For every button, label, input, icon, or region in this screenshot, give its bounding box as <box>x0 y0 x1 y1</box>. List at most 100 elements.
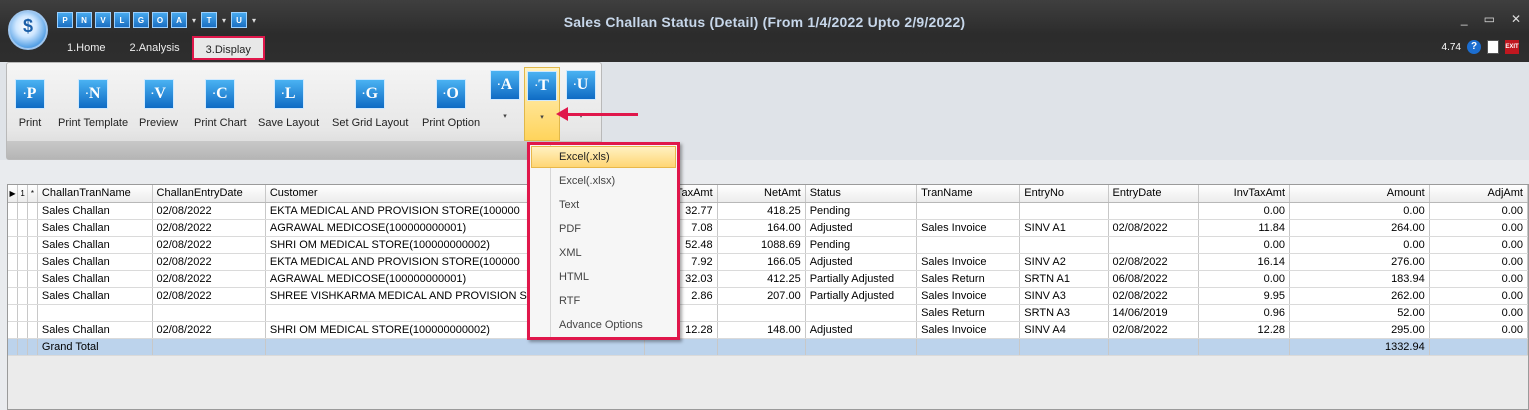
export-menu-item-pdf[interactable]: PDF <box>530 217 677 241</box>
cell-tranname[interactable]: Sales Invoice <box>916 219 1021 237</box>
close-button[interactable]: ✕ <box>1511 12 1521 26</box>
cell-challantranname[interactable]: Sales Challan <box>37 219 153 237</box>
chevron-down-icon[interactable]: ▾ <box>540 113 544 121</box>
table-row[interactable]: Sales Challan 02/08/2022 SHREE VISHKARMA M… <box>8 287 1529 305</box>
tab-analysis[interactable]: 2.Analysis <box>118 36 192 60</box>
cell-invtaxamt[interactable]: 0.00 <box>1198 202 1291 220</box>
restore-button[interactable]: ▭ <box>1484 12 1495 26</box>
cell-status[interactable]: Partially Adjusted <box>805 270 918 288</box>
cell-entrydate[interactable]: 02/08/2022 <box>1108 219 1200 237</box>
cell-entrydate[interactable] <box>1108 236 1200 254</box>
set-grid-layout-button[interactable]: ▪ G Set Grid Layout <box>332 79 408 129</box>
cell-invtaxamt[interactable]: 0.00 <box>1198 270 1291 288</box>
cell-amount[interactable]: 183.94 <box>1289 270 1430 288</box>
cell-adjamt[interactable]: 0.00 <box>1429 202 1529 220</box>
cell-netamt[interactable]: 1088.69 <box>717 236 806 254</box>
cell-amount[interactable]: 0.00 <box>1289 202 1430 220</box>
cell-entrydate[interactable]: 02/08/2022 <box>1108 253 1200 271</box>
cell-status[interactable] <box>805 304 918 322</box>
cell-adjamt[interactable]: 0.00 <box>1429 270 1529 288</box>
cell-challanentrydate[interactable]: 02/08/2022 <box>152 236 266 254</box>
cell-adjamt[interactable]: 0.00 <box>1429 236 1529 254</box>
table-row[interactable]: Sales Challan 02/08/2022 SHRI OM MEDICAL S… <box>8 321 1529 339</box>
cell-amount[interactable]: 295.00 <box>1289 321 1430 339</box>
print-option-button[interactable]: ▪ O Print Option <box>422 79 480 129</box>
grid-indicator-header[interactable]: 1 <box>17 185 29 203</box>
cell-invtaxamt[interactable]: 16.14 <box>1198 253 1291 271</box>
cell-netamt[interactable]: 207.00 <box>717 287 806 305</box>
table-row[interactable]: Sales Return SRTN A3 14/06/2019 0.96 52.00 0.… <box>8 304 1529 322</box>
cell-adjamt[interactable]: 0.00 <box>1429 253 1529 271</box>
cell-status[interactable]: Adjusted <box>805 219 918 237</box>
cell-amount[interactable]: 262.00 <box>1289 287 1430 305</box>
table-row[interactable]: Sales Challan 02/08/2022 AGRAWAL MEDICOSE(… <box>8 270 1529 288</box>
export-menu-item-text[interactable]: Text <box>530 193 677 217</box>
export-menu-item-excel-xls[interactable]: Excel(.xls) <box>531 146 676 168</box>
cell-status[interactable]: Partially Adjusted <box>805 287 918 305</box>
table-row[interactable]: Sales Challan 02/08/2022 EKTA MEDICAL AND … <box>8 202 1529 220</box>
cell-entryno[interactable]: SRTN A3 <box>1019 304 1109 322</box>
export-u-button[interactable]: ▪ U ▾ <box>563 67 599 137</box>
column-header-challantranname[interactable]: ChallanTranName <box>37 185 153 203</box>
cell-status[interactable]: Pending <box>805 202 918 220</box>
column-header-entrydate[interactable]: EntryDate <box>1108 185 1200 203</box>
cell-challantranname[interactable]: Sales Challan <box>37 202 153 220</box>
grid-indicator-header[interactable]: * <box>27 185 38 203</box>
export-menu-item-excel-xlsx[interactable]: Excel(.xlsx) <box>530 169 677 193</box>
table-row[interactable]: Sales Challan 02/08/2022 SHRI OM MEDICAL S… <box>8 236 1529 254</box>
cell-challanentrydate[interactable]: 02/08/2022 <box>152 202 266 220</box>
cell-amount[interactable]: 264.00 <box>1289 219 1430 237</box>
cell-entrydate[interactable]: 02/08/2022 <box>1108 321 1200 339</box>
cell-adjamt[interactable]: 0.00 <box>1429 321 1529 339</box>
print-button[interactable]: ▪ P Print <box>15 79 45 129</box>
cell-netamt[interactable]: 148.00 <box>717 321 806 339</box>
cell-amount[interactable]: 52.00 <box>1289 304 1430 322</box>
cell-challanentrydate[interactable]: 02/08/2022 <box>152 219 266 237</box>
export-t-button[interactable]: ▪ T ▾ <box>524 67 560 141</box>
export-a-button[interactable]: ▪ A ▾ <box>487 67 523 137</box>
print-chart-button[interactable]: ▪ C Print Chart <box>194 79 247 129</box>
column-header-adjamt[interactable]: AdjAmt <box>1429 185 1529 203</box>
cell-tranname[interactable]: Sales Return <box>916 304 1021 322</box>
cell-entryno[interactable]: SINV A2 <box>1019 253 1109 271</box>
cell-netamt[interactable]: 412.25 <box>717 270 806 288</box>
cell-entryno[interactable]: SINV A4 <box>1019 321 1109 339</box>
cell-invtaxamt[interactable]: 11.84 <box>1198 219 1291 237</box>
cell-entryno[interactable] <box>1019 202 1109 220</box>
column-header-entryno[interactable]: EntryNo <box>1019 185 1109 203</box>
cell-entrydate[interactable]: 02/08/2022 <box>1108 287 1200 305</box>
column-header-challanentrydate[interactable]: ChallanEntryDate <box>152 185 266 203</box>
column-header-netamt[interactable]: NetAmt <box>717 185 806 203</box>
chevron-down-icon[interactable]: ▾ <box>503 112 507 120</box>
cell-netamt[interactable]: 166.05 <box>717 253 806 271</box>
clipboard-icon[interactable] <box>1487 40 1499 54</box>
cell-challantranname[interactable]: Sales Challan <box>37 236 153 254</box>
cell-entryno[interactable] <box>1019 236 1109 254</box>
help-icon[interactable]: ? <box>1467 40 1481 54</box>
export-menu-item-rtf[interactable]: RTF <box>530 289 677 313</box>
cell-entrydate[interactable] <box>1108 202 1200 220</box>
cell-tranname[interactable] <box>916 202 1021 220</box>
exit-icon[interactable]: EXIT <box>1505 40 1519 54</box>
cell-entryno[interactable]: SINV A1 <box>1019 219 1109 237</box>
export-menu-item-html[interactable]: HTML <box>530 265 677 289</box>
minimize-button[interactable]: _ <box>1461 12 1468 26</box>
column-header-invtaxamt[interactable]: InvTaxAmt <box>1198 185 1291 203</box>
cell-netamt[interactable]: 418.25 <box>717 202 806 220</box>
cell-entrydate[interactable]: 14/06/2019 <box>1108 304 1200 322</box>
preview-button[interactable]: ▪ V Preview <box>139 79 178 129</box>
cell-challanentrydate[interactable]: 02/08/2022 <box>152 287 266 305</box>
cell-adjamt[interactable]: 0.00 <box>1429 287 1529 305</box>
cell-challantranname[interactable]: Sales Challan <box>37 253 153 271</box>
cell-tranname[interactable] <box>916 236 1021 254</box>
column-header-tranname[interactable]: TranName <box>916 185 1021 203</box>
cell-entryno[interactable]: SRTN A1 <box>1019 270 1109 288</box>
cell-tranname[interactable]: Sales Invoice <box>916 287 1021 305</box>
cell-netamt[interactable] <box>717 304 806 322</box>
cell-status[interactable]: Pending <box>805 236 918 254</box>
tab-display[interactable]: 3.Display <box>191 36 265 60</box>
cell-invtaxamt[interactable]: 12.28 <box>1198 321 1291 339</box>
column-header-status[interactable]: Status <box>805 185 918 203</box>
cell-challanentrydate[interactable]: 02/08/2022 <box>152 321 266 339</box>
table-row[interactable]: Sales Challan 02/08/2022 EKTA MEDICAL AND … <box>8 253 1529 271</box>
